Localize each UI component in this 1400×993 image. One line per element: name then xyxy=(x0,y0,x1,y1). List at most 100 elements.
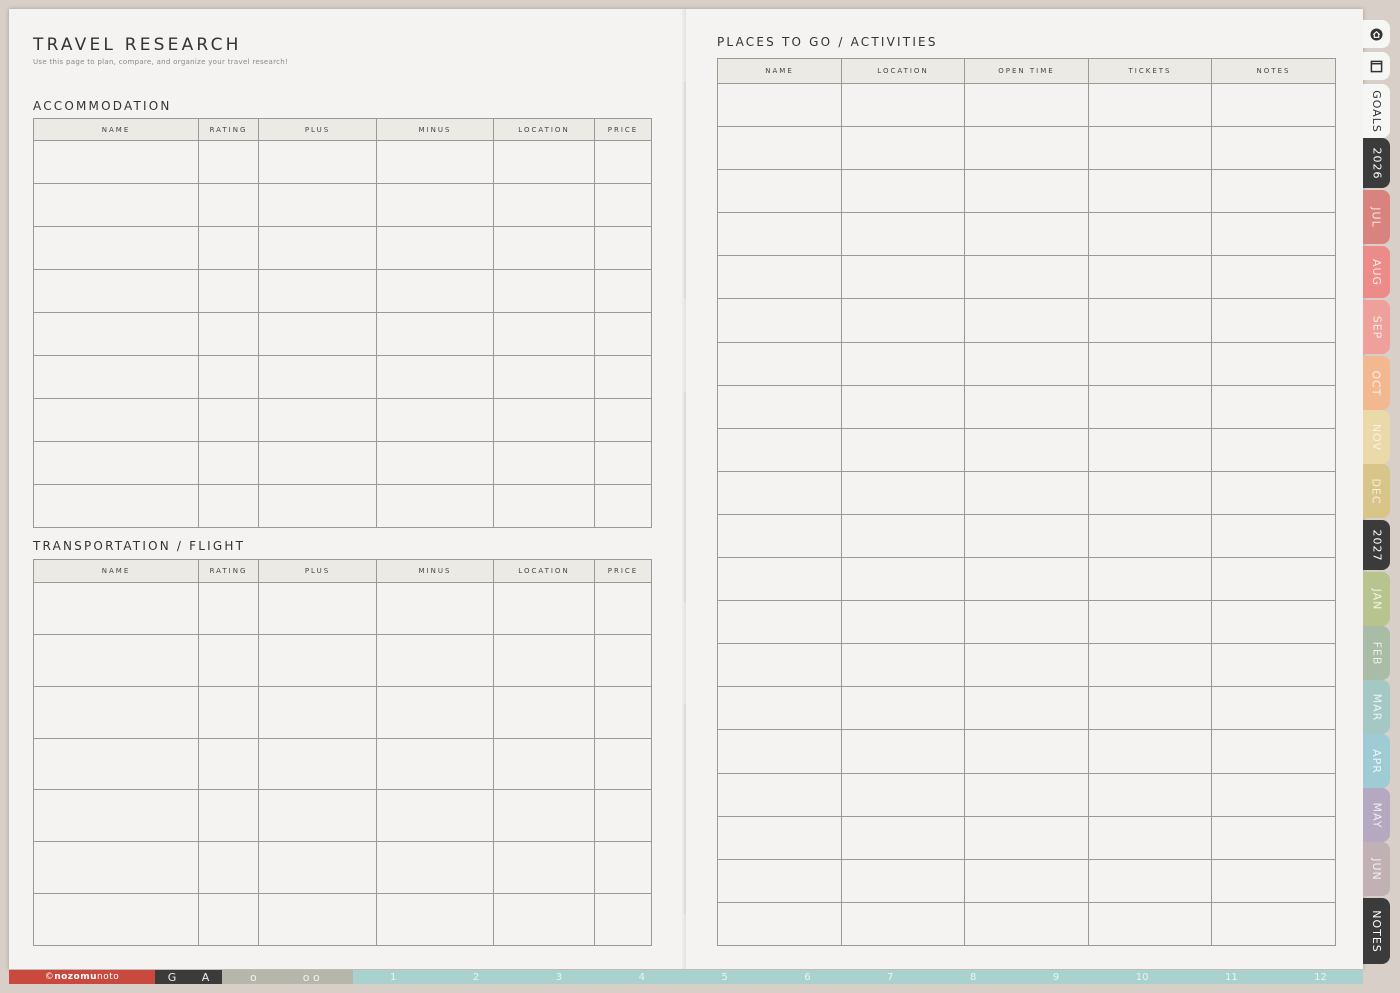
table-cell[interactable] xyxy=(376,789,494,843)
table-cell[interactable] xyxy=(1211,557,1336,602)
table-cell[interactable] xyxy=(493,226,595,270)
table-cell[interactable] xyxy=(841,298,965,343)
table-cell[interactable] xyxy=(198,841,259,895)
table-cell[interactable] xyxy=(964,858,1089,903)
table-cell[interactable] xyxy=(198,269,259,313)
table-cell[interactable] xyxy=(841,729,965,774)
home-tab[interactable] xyxy=(1363,20,1390,48)
table-cell[interactable] xyxy=(493,441,595,485)
table-cell[interactable] xyxy=(841,643,965,688)
table-cell[interactable] xyxy=(33,312,199,356)
table-cell[interactable] xyxy=(493,269,595,313)
table-cell[interactable] xyxy=(198,441,259,485)
table-cell[interactable] xyxy=(717,815,842,860)
table-cell[interactable] xyxy=(33,140,199,184)
table-cell[interactable] xyxy=(198,484,259,528)
table-cell[interactable] xyxy=(258,312,377,356)
tab-notes[interactable]: NOTES xyxy=(1363,898,1390,964)
table-cell[interactable] xyxy=(258,484,377,528)
table-cell[interactable] xyxy=(1211,513,1336,559)
table-cell[interactable] xyxy=(258,737,377,791)
table-cell[interactable] xyxy=(717,600,842,645)
table-cell[interactable] xyxy=(493,841,595,895)
tab-aug[interactable]: AUG xyxy=(1363,246,1390,298)
table-cell[interactable] xyxy=(258,269,377,313)
table-cell[interactable] xyxy=(1211,815,1336,860)
table-cell[interactable] xyxy=(964,341,1089,386)
table-cell[interactable] xyxy=(376,269,494,313)
table-cell[interactable] xyxy=(1088,858,1212,903)
table-cell[interactable] xyxy=(1211,470,1336,515)
table-cell[interactable] xyxy=(493,737,595,791)
table-cell[interactable] xyxy=(841,901,965,946)
table-cell[interactable] xyxy=(841,82,965,128)
table-cell[interactable] xyxy=(198,355,259,399)
table-cell[interactable] xyxy=(964,643,1089,688)
table-cell[interactable] xyxy=(1211,772,1336,817)
table-cell[interactable] xyxy=(1088,600,1212,645)
table-cell[interactable] xyxy=(376,582,494,635)
table-cell[interactable] xyxy=(717,298,842,343)
table-cell[interactable] xyxy=(594,685,652,739)
table-cell[interactable] xyxy=(33,582,199,635)
table-cell[interactable] xyxy=(1088,126,1212,171)
table-cell[interactable] xyxy=(841,169,965,214)
table-cell[interactable] xyxy=(964,600,1089,645)
table-cell[interactable] xyxy=(1088,557,1212,602)
table-cell[interactable] xyxy=(258,841,377,895)
table-cell[interactable] xyxy=(594,355,652,399)
table-cell[interactable] xyxy=(717,212,842,257)
table-cell[interactable] xyxy=(1088,255,1212,300)
table-cell[interactable] xyxy=(493,789,595,843)
month-link-6[interactable]: 6 xyxy=(804,972,810,983)
table-cell[interactable] xyxy=(964,82,1089,128)
month-link-10[interactable]: 10 xyxy=(1136,972,1149,983)
table-cell[interactable] xyxy=(717,772,842,817)
tab-nov[interactable]: NOV xyxy=(1363,410,1390,464)
table-cell[interactable] xyxy=(964,470,1089,515)
table-cell[interactable] xyxy=(258,633,377,687)
table-cell[interactable] xyxy=(1088,729,1212,774)
table-cell[interactable] xyxy=(1211,169,1336,214)
table-cell[interactable] xyxy=(594,183,652,227)
table-cell[interactable] xyxy=(964,815,1089,860)
table-cell[interactable] xyxy=(1088,901,1212,946)
table-cell[interactable] xyxy=(33,355,199,399)
tab-2027[interactable]: 2027 xyxy=(1363,520,1390,570)
tab-jan[interactable]: JAN xyxy=(1363,572,1390,626)
tab-dec[interactable]: DEC xyxy=(1363,464,1390,518)
table-cell[interactable] xyxy=(717,557,842,602)
table-cell[interactable] xyxy=(33,737,199,791)
tab-mar[interactable]: MAR xyxy=(1363,680,1390,734)
table-cell[interactable] xyxy=(376,183,494,227)
month-link-11[interactable]: 11 xyxy=(1225,972,1238,983)
table-cell[interactable] xyxy=(841,470,965,515)
table-cell[interactable] xyxy=(964,126,1089,171)
table-cell[interactable] xyxy=(258,355,377,399)
table-cell[interactable] xyxy=(258,398,377,442)
table-cell[interactable] xyxy=(376,685,494,739)
table-cell[interactable] xyxy=(841,686,965,731)
table-cell[interactable] xyxy=(376,737,494,791)
table-cell[interactable] xyxy=(717,82,842,128)
table-cell[interactable] xyxy=(964,557,1089,602)
month-link-9[interactable]: 9 xyxy=(1053,972,1059,983)
table-cell[interactable] xyxy=(258,582,377,635)
table-cell[interactable] xyxy=(376,312,494,356)
table-cell[interactable] xyxy=(376,841,494,895)
table-cell[interactable] xyxy=(198,183,259,227)
brand-tab[interactable]: © nozomu noto xyxy=(9,970,155,984)
table-cell[interactable] xyxy=(594,893,652,946)
table-cell[interactable] xyxy=(33,269,199,313)
table-cell[interactable] xyxy=(1088,470,1212,515)
table-cell[interactable] xyxy=(493,355,595,399)
table-cell[interactable] xyxy=(964,772,1089,817)
table-cell[interactable] xyxy=(717,513,842,559)
table-cell[interactable] xyxy=(258,441,377,485)
table-cell[interactable] xyxy=(717,427,842,472)
table-cell[interactable] xyxy=(493,398,595,442)
table-cell[interactable] xyxy=(33,685,199,739)
table-cell[interactable] xyxy=(964,686,1089,731)
table-cell[interactable] xyxy=(594,269,652,313)
table-cell[interactable] xyxy=(594,312,652,356)
